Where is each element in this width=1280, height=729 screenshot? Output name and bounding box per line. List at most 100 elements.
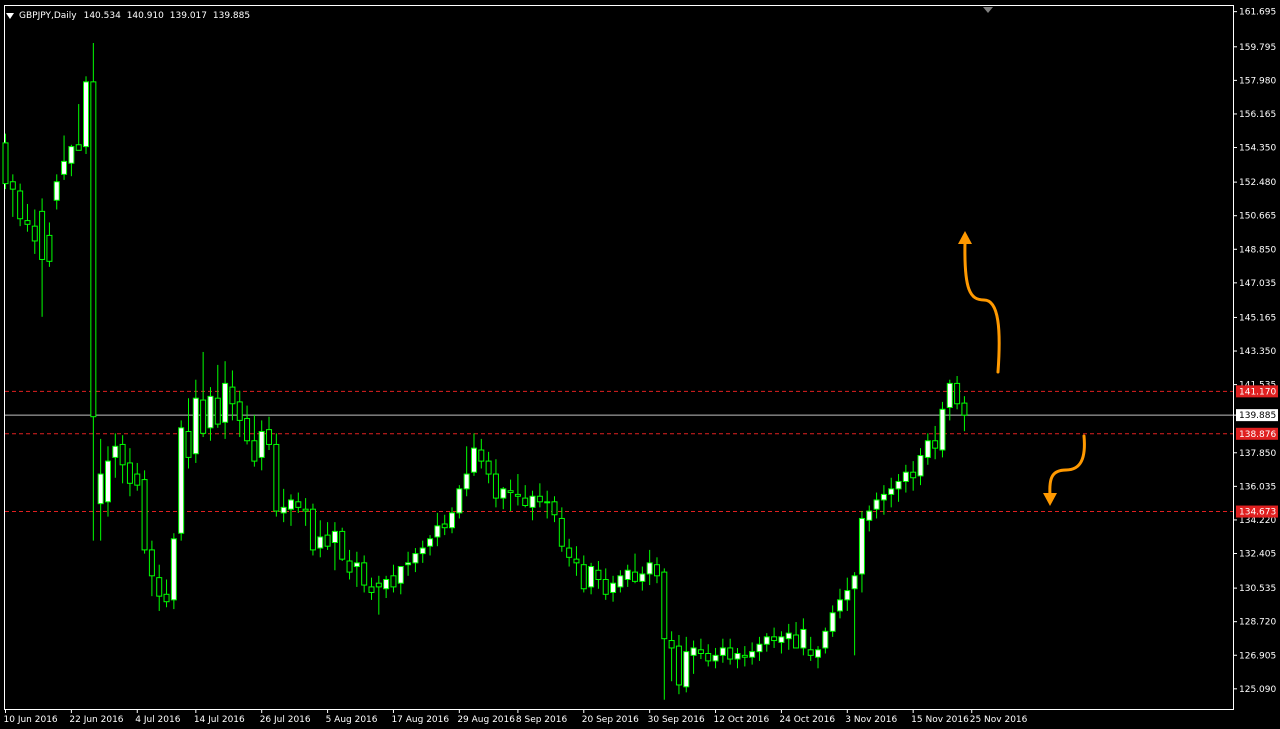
price-axis[interactable]: 161.695 159.795 157.980 156.165 154.350 152.4… — [1233, 8, 1276, 695]
candle — [339, 527, 346, 561]
candle-body — [185, 431, 192, 458]
candle — [910, 461, 917, 491]
candle — [690, 640, 697, 674]
candle-body — [170, 538, 177, 601]
candle — [932, 425, 939, 460]
price-chart[interactable]: 161.695 159.795 157.980 156.165 154.350 152.4… — [0, 0, 1280, 729]
candle — [522, 485, 529, 508]
candle-body — [492, 473, 499, 499]
candle-body — [771, 636, 778, 642]
candle — [492, 459, 499, 508]
x-tick-label: 22 Jun 2016 — [69, 715, 123, 725]
candle — [236, 390, 243, 438]
candle — [595, 561, 602, 589]
candle-body — [273, 443, 280, 512]
candle-body — [895, 480, 902, 490]
candle-body — [361, 562, 368, 586]
candle-body — [90, 81, 97, 418]
candle-body — [573, 558, 580, 564]
candle — [375, 575, 382, 615]
candle — [624, 564, 631, 587]
down-arrow-head — [1043, 493, 1057, 506]
candle — [97, 438, 104, 541]
y-tick-label: 126.905 — [1239, 651, 1276, 661]
candle — [880, 485, 887, 515]
time-axis[interactable]: 10 Jun 2016 22 Jun 2016 4 Jul 2016 14 Jul 2… — [4, 709, 1028, 725]
candle — [902, 464, 909, 493]
candle — [705, 644, 712, 667]
candle-body — [2, 142, 9, 185]
candle-body — [617, 575, 624, 588]
chart-header[interactable]: GBPJPY,Daily 140.534 140.910 139.017 139… — [6, 9, 253, 23]
dropdown-triangle-icon[interactable] — [6, 13, 14, 19]
candle-body — [668, 640, 675, 649]
candle — [712, 647, 719, 669]
candle — [156, 564, 163, 611]
candle-body — [9, 181, 16, 190]
candle-body — [785, 632, 792, 640]
candle-body — [793, 634, 800, 649]
candle-body — [632, 571, 639, 582]
candle-body — [229, 386, 236, 405]
candle — [112, 433, 119, 478]
candle-body — [836, 599, 843, 612]
candle-body — [705, 653, 712, 662]
chart-border — [4, 5, 1234, 710]
candle — [939, 401, 946, 458]
candle — [807, 636, 814, 661]
x-tick-label: 20 Sep 2016 — [582, 715, 639, 725]
candle-body — [536, 495, 543, 503]
candle-body — [910, 471, 917, 479]
candle-body — [719, 647, 726, 656]
candle — [185, 398, 192, 469]
candle — [368, 577, 375, 600]
candle-body — [529, 495, 536, 508]
candle-body — [470, 447, 477, 473]
candle — [412, 548, 419, 573]
candle — [514, 474, 521, 506]
chart-window[interactable]: 161.695 159.795 157.980 156.165 154.350 152.4… — [0, 0, 1280, 729]
candle-body — [946, 382, 953, 408]
candle — [858, 511, 865, 593]
level-price-tag-label: 141.170 — [1239, 387, 1276, 397]
candle-body — [873, 499, 880, 510]
candle — [427, 535, 434, 556]
candle-body — [75, 144, 82, 151]
candle-body — [595, 569, 602, 580]
candle — [258, 420, 265, 471]
x-tick-label: 15 Nov 2016 — [911, 715, 969, 725]
candle — [954, 376, 961, 410]
candle — [331, 522, 338, 571]
candle — [888, 477, 895, 508]
chart-shift-marker-icon[interactable] — [983, 7, 993, 13]
candle-body — [156, 577, 163, 597]
candle-body — [126, 462, 133, 484]
candle-body — [397, 566, 404, 584]
candle — [200, 351, 207, 438]
down-arrow — [1048, 434, 1086, 497]
close-value: 139.885 — [212, 11, 251, 21]
candle — [756, 636, 763, 661]
candle-body — [200, 399, 207, 434]
candle-body — [653, 564, 660, 577]
candle-body — [961, 402, 968, 416]
candle-body — [390, 575, 397, 588]
candle — [9, 174, 16, 217]
candle-body — [427, 538, 434, 547]
candle — [763, 633, 770, 652]
candle — [851, 572, 858, 656]
candle-body — [244, 418, 251, 442]
candle-body — [602, 579, 609, 595]
candle — [31, 209, 38, 254]
candle — [222, 361, 229, 439]
candle — [961, 396, 968, 432]
candle — [61, 135, 68, 180]
x-tick-label: 10 Jun 2016 — [4, 715, 58, 725]
candle-body — [815, 649, 822, 658]
candle — [463, 446, 470, 497]
candle-body — [749, 651, 756, 658]
candle — [192, 379, 199, 463]
candle-body — [675, 645, 682, 686]
candle-body — [104, 460, 111, 503]
candle-body — [778, 636, 785, 643]
